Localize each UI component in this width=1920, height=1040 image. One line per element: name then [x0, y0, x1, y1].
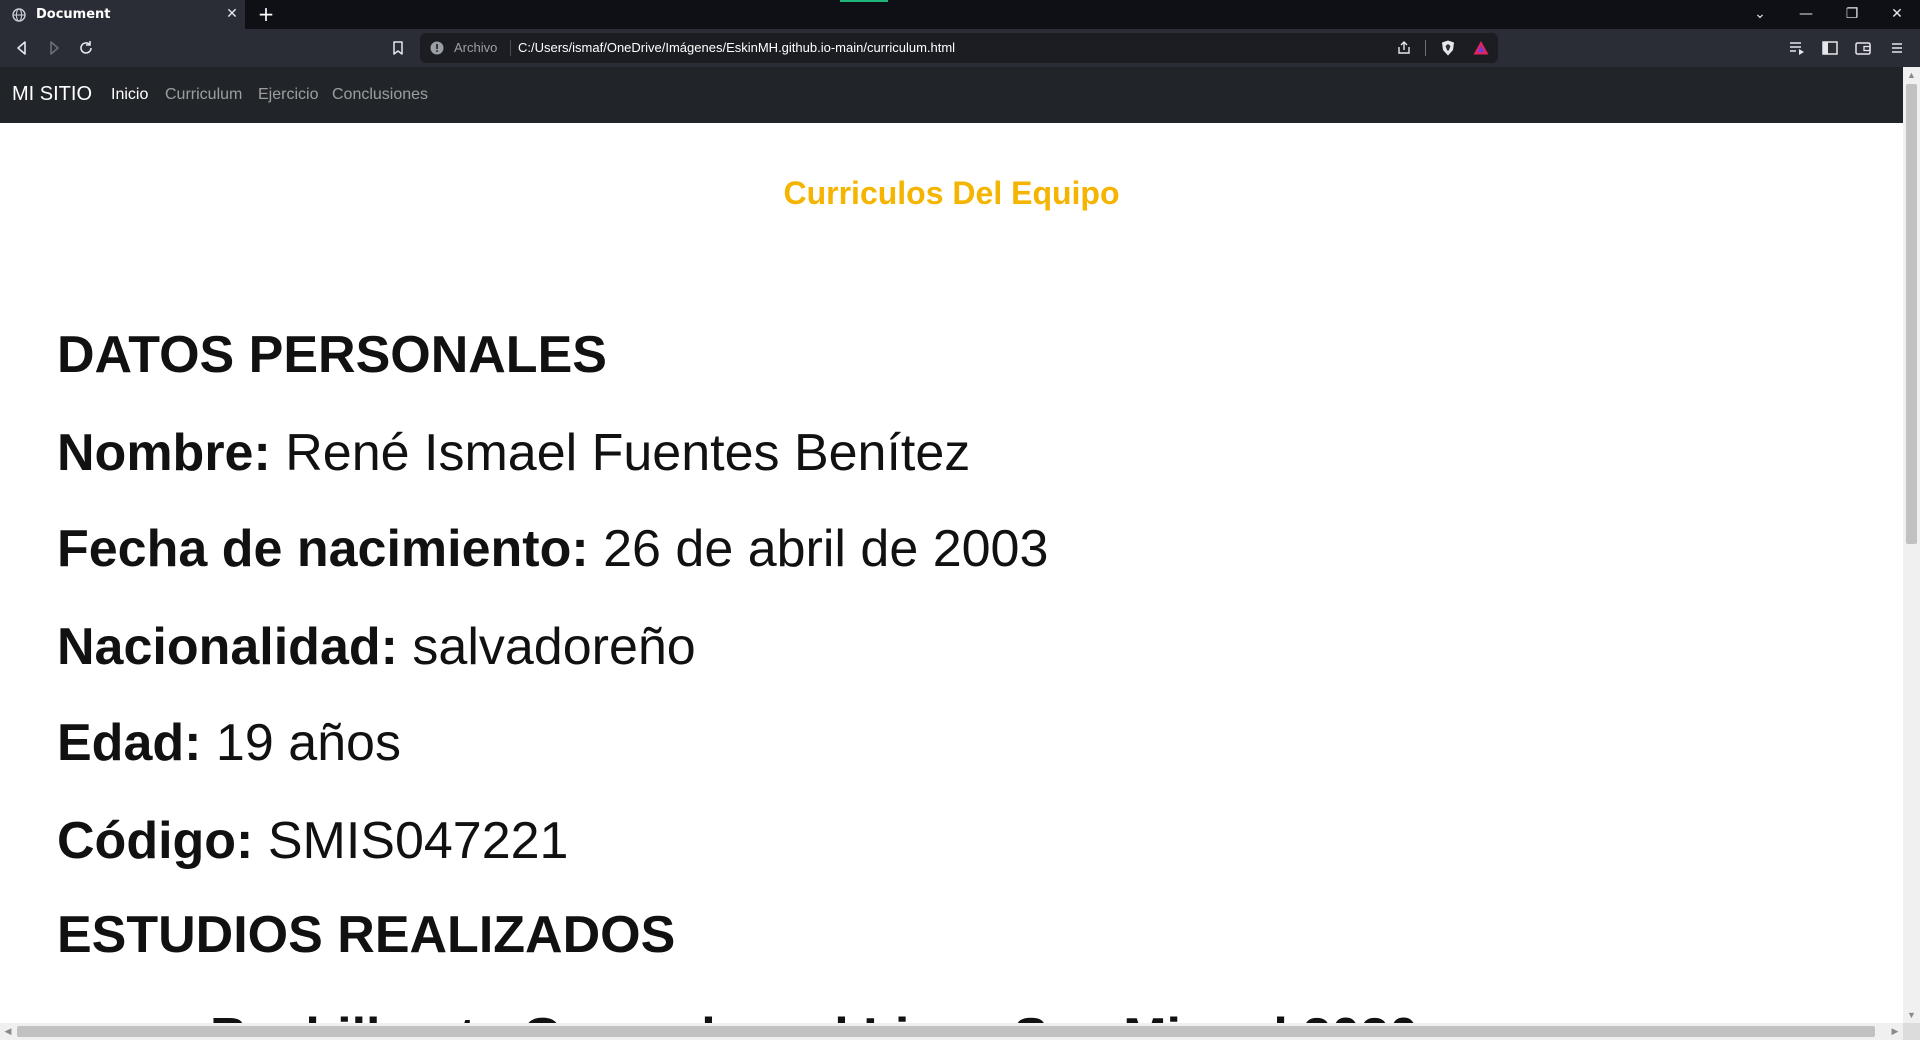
- menu-icon[interactable]: [1887, 38, 1907, 58]
- bookmark-icon[interactable]: [388, 38, 408, 58]
- site-brand[interactable]: MI SITIO: [12, 83, 92, 106]
- scrollbar-corner: [1903, 1023, 1920, 1040]
- info-icon[interactable]: [430, 41, 444, 55]
- studies-item: Bachillerato General en el Liceo San Mig…: [210, 1007, 1418, 1023]
- field-codigo: Código: SMIS047221: [57, 811, 568, 871]
- field-value: 19 años: [215, 714, 401, 772]
- personal-data-heading: DATOS PERSONALES: [57, 326, 607, 384]
- sidebar-icon[interactable]: [1820, 38, 1840, 58]
- vertical-scrollbar[interactable]: ▲ ▼: [1903, 67, 1920, 1023]
- field-value: salvadoreño: [412, 618, 696, 676]
- field-label: Fecha de nacimiento:: [57, 520, 589, 578]
- wallet-icon[interactable]: [1853, 38, 1873, 58]
- url-scheme-label: Archivo: [454, 40, 498, 55]
- minimize-button[interactable]: —: [1783, 0, 1829, 29]
- restore-button[interactable]: ❐: [1829, 0, 1875, 29]
- vertical-scroll-thumb[interactable]: [1906, 84, 1917, 544]
- close-window-button[interactable]: ✕: [1874, 0, 1920, 29]
- globe-icon: [12, 8, 26, 22]
- playlist-icon[interactable]: [1787, 38, 1807, 58]
- url-separator: [510, 40, 511, 56]
- tab-search-icon[interactable]: ⌄: [1737, 0, 1783, 29]
- browser-tab[interactable]: Document ✕: [0, 0, 245, 29]
- field-nacionalidad: Nacionalidad: salvadoreño: [57, 617, 696, 677]
- nav-link-inicio[interactable]: Inicio: [111, 86, 148, 104]
- url-divider: [1425, 40, 1426, 56]
- field-value: SMIS047221: [267, 812, 569, 870]
- scroll-right-icon[interactable]: ▶: [1887, 1023, 1903, 1040]
- scroll-down-icon[interactable]: ▼: [1903, 1007, 1920, 1023]
- field-value: 26 de abril de 2003: [603, 520, 1049, 578]
- page-viewport: MI SITIO Inicio Curriculum Ejercicio Con…: [0, 67, 1903, 1023]
- brave-shields-icon[interactable]: [1439, 39, 1457, 57]
- forward-icon[interactable]: [44, 38, 64, 58]
- address-bar[interactable]: Archivo C:/Users/ismaf/OneDrive/Imágenes…: [420, 33, 1498, 63]
- scroll-left-icon[interactable]: ◀: [0, 1023, 16, 1040]
- scroll-up-icon[interactable]: ▲: [1903, 67, 1920, 83]
- tab-loading-indicator: [840, 0, 888, 2]
- site-navbar: MI SITIO Inicio Curriculum Ejercicio Con…: [0, 67, 1903, 123]
- horizontal-scrollbar[interactable]: ◀ ▶: [0, 1023, 1903, 1040]
- close-tab-icon[interactable]: ✕: [224, 6, 240, 22]
- section-title: Curriculos Del Equipo: [783, 175, 1120, 211]
- nav-link-ejercicio[interactable]: Ejercicio: [258, 86, 318, 104]
- field-label: Nombre:: [57, 424, 271, 482]
- reload-icon[interactable]: [76, 38, 96, 58]
- field-label: Código:: [57, 812, 254, 870]
- browser-toolbar: Archivo C:/Users/ismaf/OneDrive/Imágenes…: [0, 29, 1920, 67]
- share-icon[interactable]: [1395, 39, 1413, 57]
- new-tab-button[interactable]: +: [256, 4, 276, 24]
- browser-tab-strip: Document ✕ + ⌄ — ❐ ✕: [0, 0, 1920, 29]
- field-edad: Edad: 19 años: [57, 713, 401, 773]
- nav-link-conclusiones[interactable]: Conclusiones: [332, 86, 428, 104]
- studies-heading: ESTUDIOS REALIZADOS: [57, 906, 676, 964]
- nav-link-curriculum[interactable]: Curriculum: [165, 86, 242, 104]
- field-nombre: Nombre: René Ismael Fuentes Benítez: [57, 423, 970, 483]
- field-label: Edad:: [57, 714, 202, 772]
- field-fecha-nacimiento: Fecha de nacimiento: 26 de abril de 2003: [57, 519, 1048, 579]
- horizontal-scroll-thumb[interactable]: [17, 1026, 1875, 1037]
- field-label: Nacionalidad:: [57, 618, 398, 676]
- url-text[interactable]: C:/Users/ismaf/OneDrive/Imágenes/EskinMH…: [518, 40, 955, 55]
- back-icon[interactable]: [12, 38, 32, 58]
- tab-title: Document: [36, 7, 111, 22]
- field-value: René Ismael Fuentes Benítez: [285, 424, 971, 482]
- brave-rewards-icon[interactable]: [1472, 39, 1490, 57]
